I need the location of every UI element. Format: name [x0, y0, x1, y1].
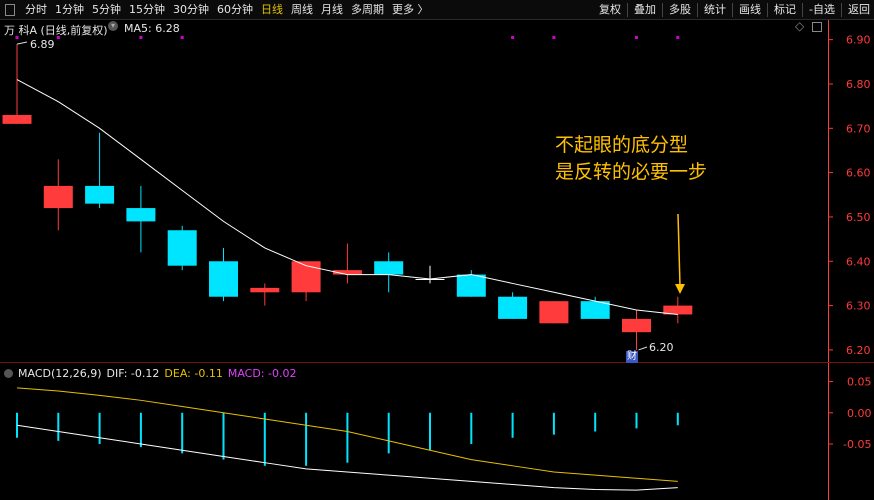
min-price-label: 6.20 [649, 341, 674, 354]
candle-body [209, 261, 238, 297]
period-tab[interactable]: 5分钟 [88, 0, 125, 20]
period-tab[interactable]: 15分钟 [125, 0, 169, 20]
tool-button[interactable]: 复权 [595, 0, 625, 20]
period-tab[interactable]: 30分钟 [169, 0, 213, 20]
menu-icon[interactable] [5, 4, 15, 16]
ma5-label: MA5: 6.28 [124, 22, 180, 35]
toolbar-separator [732, 3, 734, 17]
min-leader-line [638, 346, 648, 351]
annotation-line-1: 不起眼的底分型 [555, 134, 689, 156]
tool-button[interactable]: 标记 [770, 0, 800, 20]
macd-tick-label: -0.05 [843, 438, 871, 451]
macd-legend: MACD(12,26,9) DIF: -0.12 DEA: -0.11 MACD… [4, 367, 296, 380]
stock-label: 万 科A (日线,前复权) [4, 24, 108, 37]
price-tick-label: 6.80 [846, 78, 871, 91]
candle-body [539, 301, 569, 324]
price-tick-label: 6.50 [846, 211, 871, 224]
price-tick-label: 6.60 [846, 167, 871, 180]
period-tab[interactable]: 周线 [287, 0, 317, 20]
event-marker [139, 36, 143, 39]
diamond-icon[interactable]: ◇ [795, 19, 804, 33]
event-marker [635, 36, 638, 39]
max-leader-line [16, 41, 28, 45]
macd-tick-label: 0.00 [847, 407, 872, 420]
candle-body [2, 115, 32, 124]
collapse-icon[interactable] [4, 369, 13, 378]
toolbar-separator [627, 3, 629, 17]
candle-body [374, 261, 404, 275]
period-tab[interactable]: 1分钟 [51, 0, 88, 20]
dea-label: DEA: -0.11 [164, 367, 223, 380]
toolbar-separator [802, 3, 804, 17]
candle-body [43, 185, 73, 209]
kline-chart[interactable]: 6.90 6.80 6.70 6.60 6.50 6.40 6.30 6.20 0.05 0.00… [0, 20, 874, 500]
tool-button[interactable]: 统计 [700, 0, 730, 20]
price-tick-label: 6.30 [846, 300, 871, 313]
toolbar-separator [841, 3, 842, 17]
event-marker [511, 36, 515, 39]
candle-body [456, 274, 486, 297]
dif-label: DIF: -0.12 [106, 367, 160, 380]
max-price-label: 6.89 [30, 38, 55, 51]
tool-button[interactable]: 多股 [665, 0, 695, 20]
event-marker [552, 36, 556, 39]
period-tab[interactable]: 更多 〉 [388, 0, 433, 20]
tool-button[interactable]: 返回 [844, 0, 874, 20]
candle-body [167, 230, 197, 266]
tool-button[interactable]: -自选 [805, 0, 839, 20]
toolbar-separator [767, 3, 769, 17]
candle-body [126, 208, 156, 222]
period-tab[interactable]: 日线 [257, 0, 287, 20]
annotation-line-2: 是反转的必要一步 [555, 161, 708, 183]
price-tick-label: 6.70 [846, 122, 871, 135]
tool-buttons: 复权 叠加 多股 统计 画线 标记 -自选 返回 [595, 0, 874, 20]
tool-button[interactable]: 画线 [735, 0, 765, 20]
macd-value-label: MACD: -0.02 [227, 367, 297, 380]
candle-body [498, 296, 528, 319]
chevron-down-icon[interactable]: ▾ [108, 21, 118, 31]
period-tab[interactable]: 月线 [317, 0, 347, 20]
annotation-arrow-head [675, 284, 685, 294]
price-tick-label: 6.20 [846, 344, 871, 357]
finance-badge[interactable]: 财 [626, 351, 638, 363]
macd-tick-label: 0.05 [847, 376, 872, 389]
toolbar-separator [697, 3, 699, 17]
period-tabs: 分时 1分钟 5分钟 15分钟 30分钟 60分钟 日线 周线 月线 多周期 更多 〉 [0, 0, 433, 20]
period-tab[interactable]: 分时 [21, 0, 51, 20]
toolbar-separator [662, 3, 664, 17]
candle-body [250, 287, 280, 293]
period-tab[interactable]: 60分钟 [213, 0, 257, 20]
candle-body [622, 318, 651, 333]
event-marker [676, 36, 680, 39]
price-tick-label: 6.40 [846, 255, 871, 268]
tool-button[interactable]: 叠加 [630, 0, 660, 20]
candle-body [85, 185, 115, 204]
price-tick-label: 6.90 [846, 34, 871, 47]
macd-name: MACD(12,26,9) [18, 367, 102, 380]
period-tab[interactable]: 多周期 [347, 0, 388, 20]
maximize-icon[interactable] [812, 22, 822, 32]
annotation-arrow-shaft [677, 213, 681, 287]
event-marker [180, 36, 184, 39]
toolbar: 分时 1分钟 5分钟 15分钟 30分钟 60分钟 日线 周线 月线 多周期 更多 〉 复权 叠加 多股… [0, 0, 874, 20]
